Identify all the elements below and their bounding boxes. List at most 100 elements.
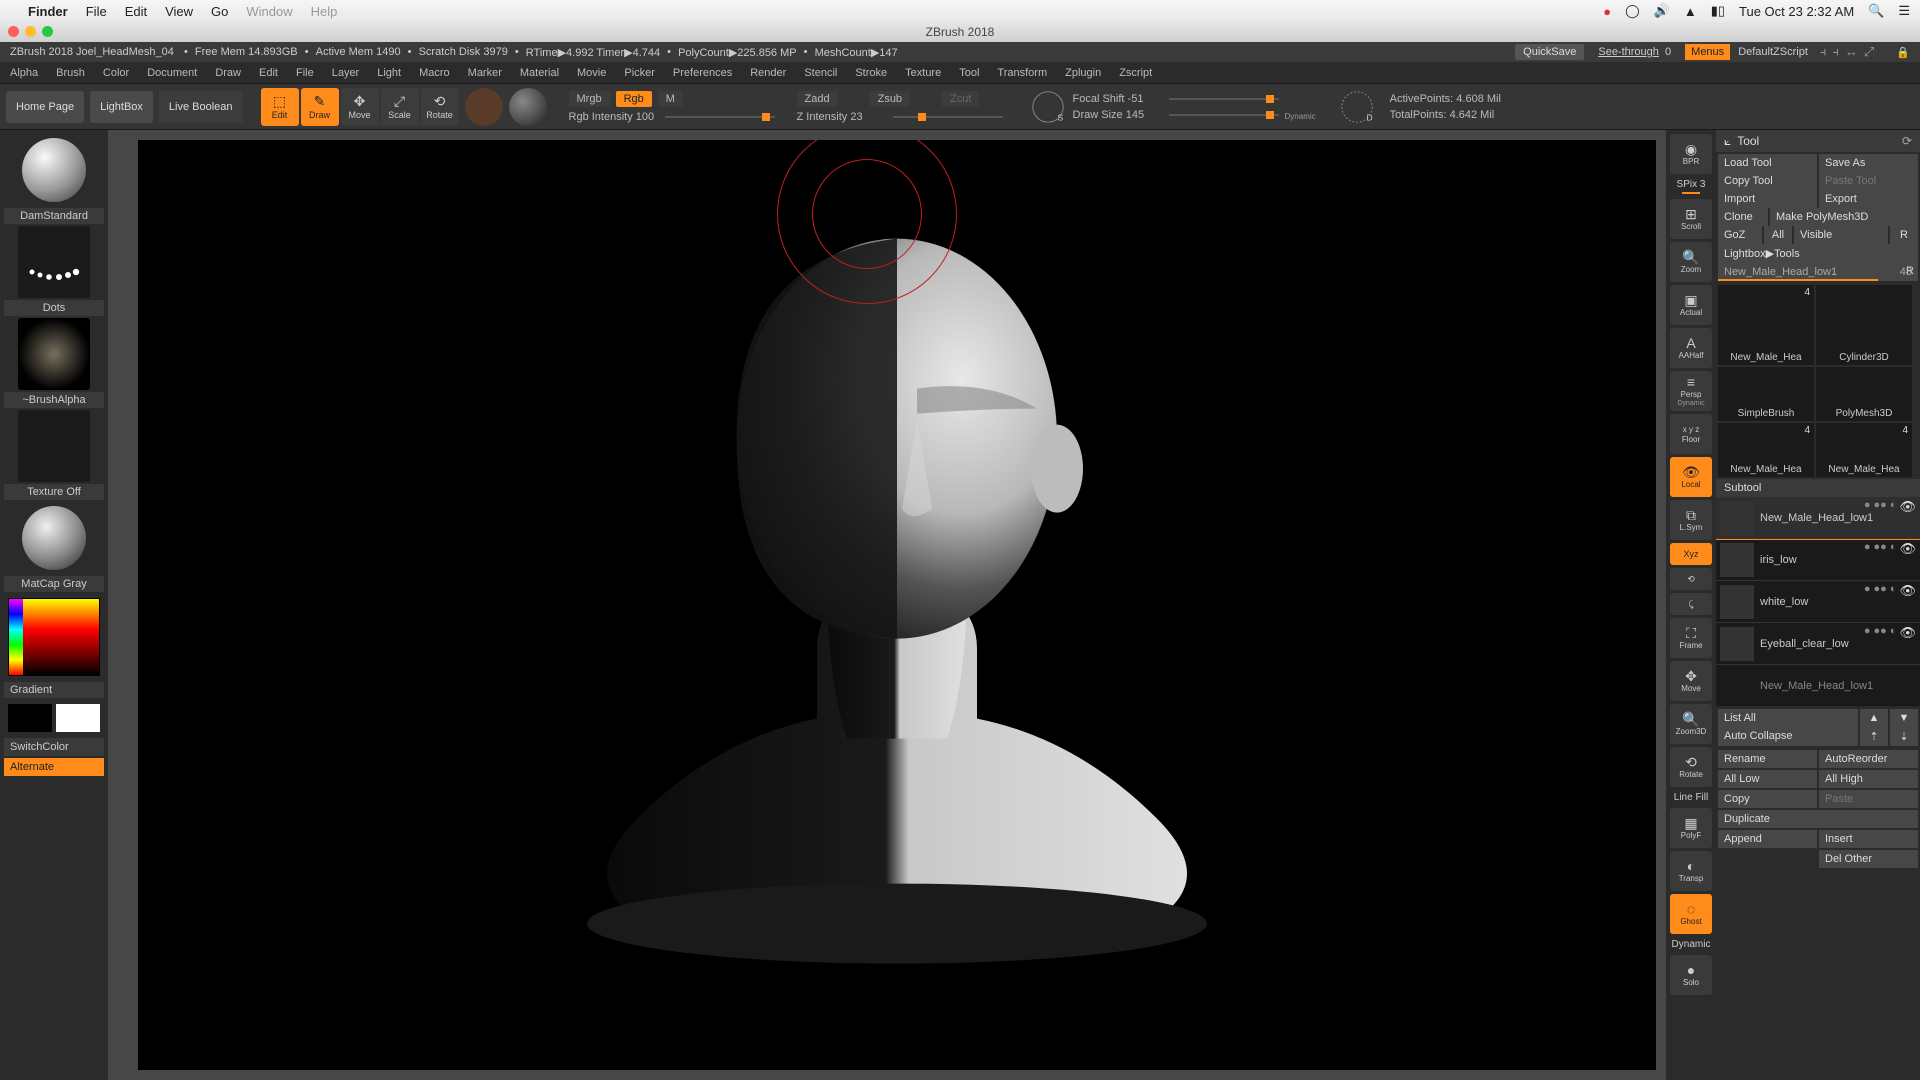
draw-size-slider[interactable] xyxy=(1169,114,1279,116)
draw-size-value[interactable]: 145 xyxy=(1126,109,1144,121)
transp-button[interactable]: ◐Transp xyxy=(1670,851,1712,891)
menubar-clock[interactable]: Tue Oct 23 2:32 AM xyxy=(1739,4,1854,19)
edit-mode-button[interactable]: ⬚Edit xyxy=(261,88,299,126)
r-badge[interactable]: R xyxy=(1906,265,1914,277)
eye-icon[interactable]: 👁 xyxy=(1899,625,1916,641)
draw-curve-icon[interactable]: D xyxy=(1338,88,1376,126)
eye-icon[interactable]: 👁 xyxy=(1899,541,1916,557)
stroke-thumbnail[interactable] xyxy=(18,226,90,298)
quicksave-button[interactable]: QuickSave xyxy=(1515,44,1584,60)
focal-shift-value[interactable]: -51 xyxy=(1128,93,1144,105)
bpr-button[interactable]: ◉BPR xyxy=(1670,134,1712,174)
rgb-intensity-slider[interactable] xyxy=(665,116,775,118)
move-up-icon[interactable]: ⇡ xyxy=(1860,727,1888,746)
listall-button[interactable]: List All xyxy=(1718,709,1858,727)
tool-thumb-5[interactable]: 4New_Male_Hea xyxy=(1816,423,1912,477)
alpha-thumbnail[interactable] xyxy=(18,318,90,390)
scale-mode-button[interactable]: ⤢Scale xyxy=(381,88,419,126)
goz-r-button[interactable]: R xyxy=(1890,226,1918,244)
eye-icon[interactable]: 👁 xyxy=(1899,499,1916,515)
menubar-battery-icon[interactable]: ▮▯ xyxy=(1711,3,1725,19)
tool-header[interactable]: ⟀ Tool ⟳ xyxy=(1716,130,1920,152)
mac-app-name[interactable]: Finder xyxy=(28,4,68,19)
close-window-icon[interactable] xyxy=(8,26,19,37)
home-page-button[interactable]: Home Page xyxy=(6,91,84,123)
viewport[interactable] xyxy=(138,140,1656,1070)
menu-preferences[interactable]: Preferences xyxy=(673,67,732,79)
lightbox-tools-button[interactable]: Lightbox▶Tools xyxy=(1718,244,1918,263)
subtool-item-4[interactable]: New_Male_Head_low1 xyxy=(1716,665,1920,707)
subtool-item-1[interactable]: iris_low ●●●◐👁 xyxy=(1716,539,1920,581)
texture-thumbnail[interactable] xyxy=(18,410,90,482)
menu-light[interactable]: Light xyxy=(377,67,401,79)
menubar-volume-icon[interactable]: 🔊 xyxy=(1654,3,1670,19)
menu-draw[interactable]: Draw xyxy=(215,67,241,79)
seethrough-value[interactable]: 0 xyxy=(1665,46,1671,58)
color-picker[interactable] xyxy=(8,598,100,676)
menu-macro[interactable]: Macro xyxy=(419,67,450,79)
ghost-button[interactable]: ◌Ghost xyxy=(1670,894,1712,934)
autocollapse-button[interactable]: Auto Collapse xyxy=(1718,727,1858,746)
arrow-up-icon[interactable]: ▲ xyxy=(1860,709,1888,727)
zoom-button[interactable]: 🔍Zoom xyxy=(1670,242,1712,282)
main-color-swatch[interactable] xyxy=(8,704,52,732)
delother-button[interactable]: Del Other xyxy=(1819,850,1918,868)
menubar-search-icon[interactable]: 🔍 xyxy=(1868,3,1884,19)
floor-button[interactable]: x y zFloor xyxy=(1670,414,1712,454)
menu-marker[interactable]: Marker xyxy=(468,67,502,79)
menu-color[interactable]: Color xyxy=(103,67,129,79)
autoreorder-button[interactable]: AutoReorder xyxy=(1819,750,1918,768)
alternate-button[interactable]: Alternate xyxy=(4,758,104,776)
rgb-button[interactable]: Rgb xyxy=(616,91,652,107)
menu-stencil[interactable]: Stencil xyxy=(804,67,837,79)
layout-icon-3[interactable]: ↔ xyxy=(1845,44,1858,60)
menubar-dot-icon[interactable]: ● xyxy=(1603,4,1611,19)
menu-tool[interactable]: Tool xyxy=(959,67,979,79)
mac-menu-help[interactable]: Help xyxy=(311,4,338,19)
tool-thumb-3[interactable]: PolyMesh3D xyxy=(1816,367,1912,421)
alllow-button[interactable]: All Low xyxy=(1718,770,1817,788)
load-tool-button[interactable]: Load Tool xyxy=(1718,154,1817,172)
export-button[interactable]: Export xyxy=(1819,190,1918,208)
make-polymesh-button[interactable]: Make PolyMesh3D xyxy=(1770,208,1918,226)
duplicate-button[interactable]: Duplicate xyxy=(1718,810,1918,828)
menu-stroke[interactable]: Stroke xyxy=(855,67,887,79)
saveas-button[interactable]: Save As xyxy=(1819,154,1918,172)
menu-render[interactable]: Render xyxy=(750,67,786,79)
collapse-icon[interactable]: ⟳ xyxy=(1902,134,1912,148)
palette-grip-icon[interactable]: ⟀ xyxy=(1724,134,1731,149)
z-intensity-slider[interactable]: .slider-track[style*="23"]::after{right:… xyxy=(893,116,1003,118)
mrgb-button[interactable]: Mrgb xyxy=(569,91,610,107)
xyz-button[interactable]: Xyz xyxy=(1670,543,1712,565)
aahalf-button[interactable]: AAAHalf xyxy=(1670,328,1712,368)
tool-thumb-2[interactable]: SimpleBrush xyxy=(1718,367,1814,421)
menu-brush[interactable]: Brush xyxy=(56,67,85,79)
layout-icon-4[interactable]: ⤢ xyxy=(1864,44,1874,60)
layout-icon-2[interactable]: ⫞ xyxy=(1832,44,1839,60)
menu-movie[interactable]: Movie xyxy=(577,67,606,79)
paste-button[interactable]: Paste xyxy=(1819,790,1918,808)
local-button[interactable]: 👁Local xyxy=(1670,457,1712,497)
switchcolor-button[interactable]: SwitchColor xyxy=(4,738,104,756)
layout-icon-1[interactable]: ⫞ xyxy=(1820,44,1827,60)
current-tool-slider[interactable]: New_Male_Head_low148 R xyxy=(1718,263,1918,281)
m-button[interactable]: M xyxy=(658,91,683,107)
persp-button[interactable]: ≡PerspDynamic xyxy=(1670,371,1712,411)
focal-shift-slider[interactable] xyxy=(1169,98,1279,100)
pastetool-button[interactable]: Paste Tool xyxy=(1819,172,1918,190)
zoom3d-button[interactable]: 🔍Zoom3D xyxy=(1670,704,1712,744)
subtool-header[interactable]: Subtool xyxy=(1716,479,1920,497)
menu-zplugin[interactable]: Zplugin xyxy=(1065,67,1101,79)
menu-zscript[interactable]: Zscript xyxy=(1119,67,1152,79)
rename-button[interactable]: Rename xyxy=(1718,750,1817,768)
z-intensity-value[interactable]: 23 xyxy=(850,111,862,123)
scroll-button[interactable]: ⊞Scroll xyxy=(1670,199,1712,239)
menu-texture[interactable]: Texture xyxy=(905,67,941,79)
menu-alpha[interactable]: Alpha xyxy=(10,67,38,79)
frame-button[interactable]: ⛶Frame xyxy=(1670,618,1712,658)
material-thumbnail[interactable] xyxy=(22,506,86,570)
hue-strip[interactable] xyxy=(9,599,23,675)
sculptris-toggle[interactable] xyxy=(465,88,503,126)
menu-transform[interactable]: Transform xyxy=(997,67,1047,79)
mac-menu-window[interactable]: Window xyxy=(246,4,292,19)
